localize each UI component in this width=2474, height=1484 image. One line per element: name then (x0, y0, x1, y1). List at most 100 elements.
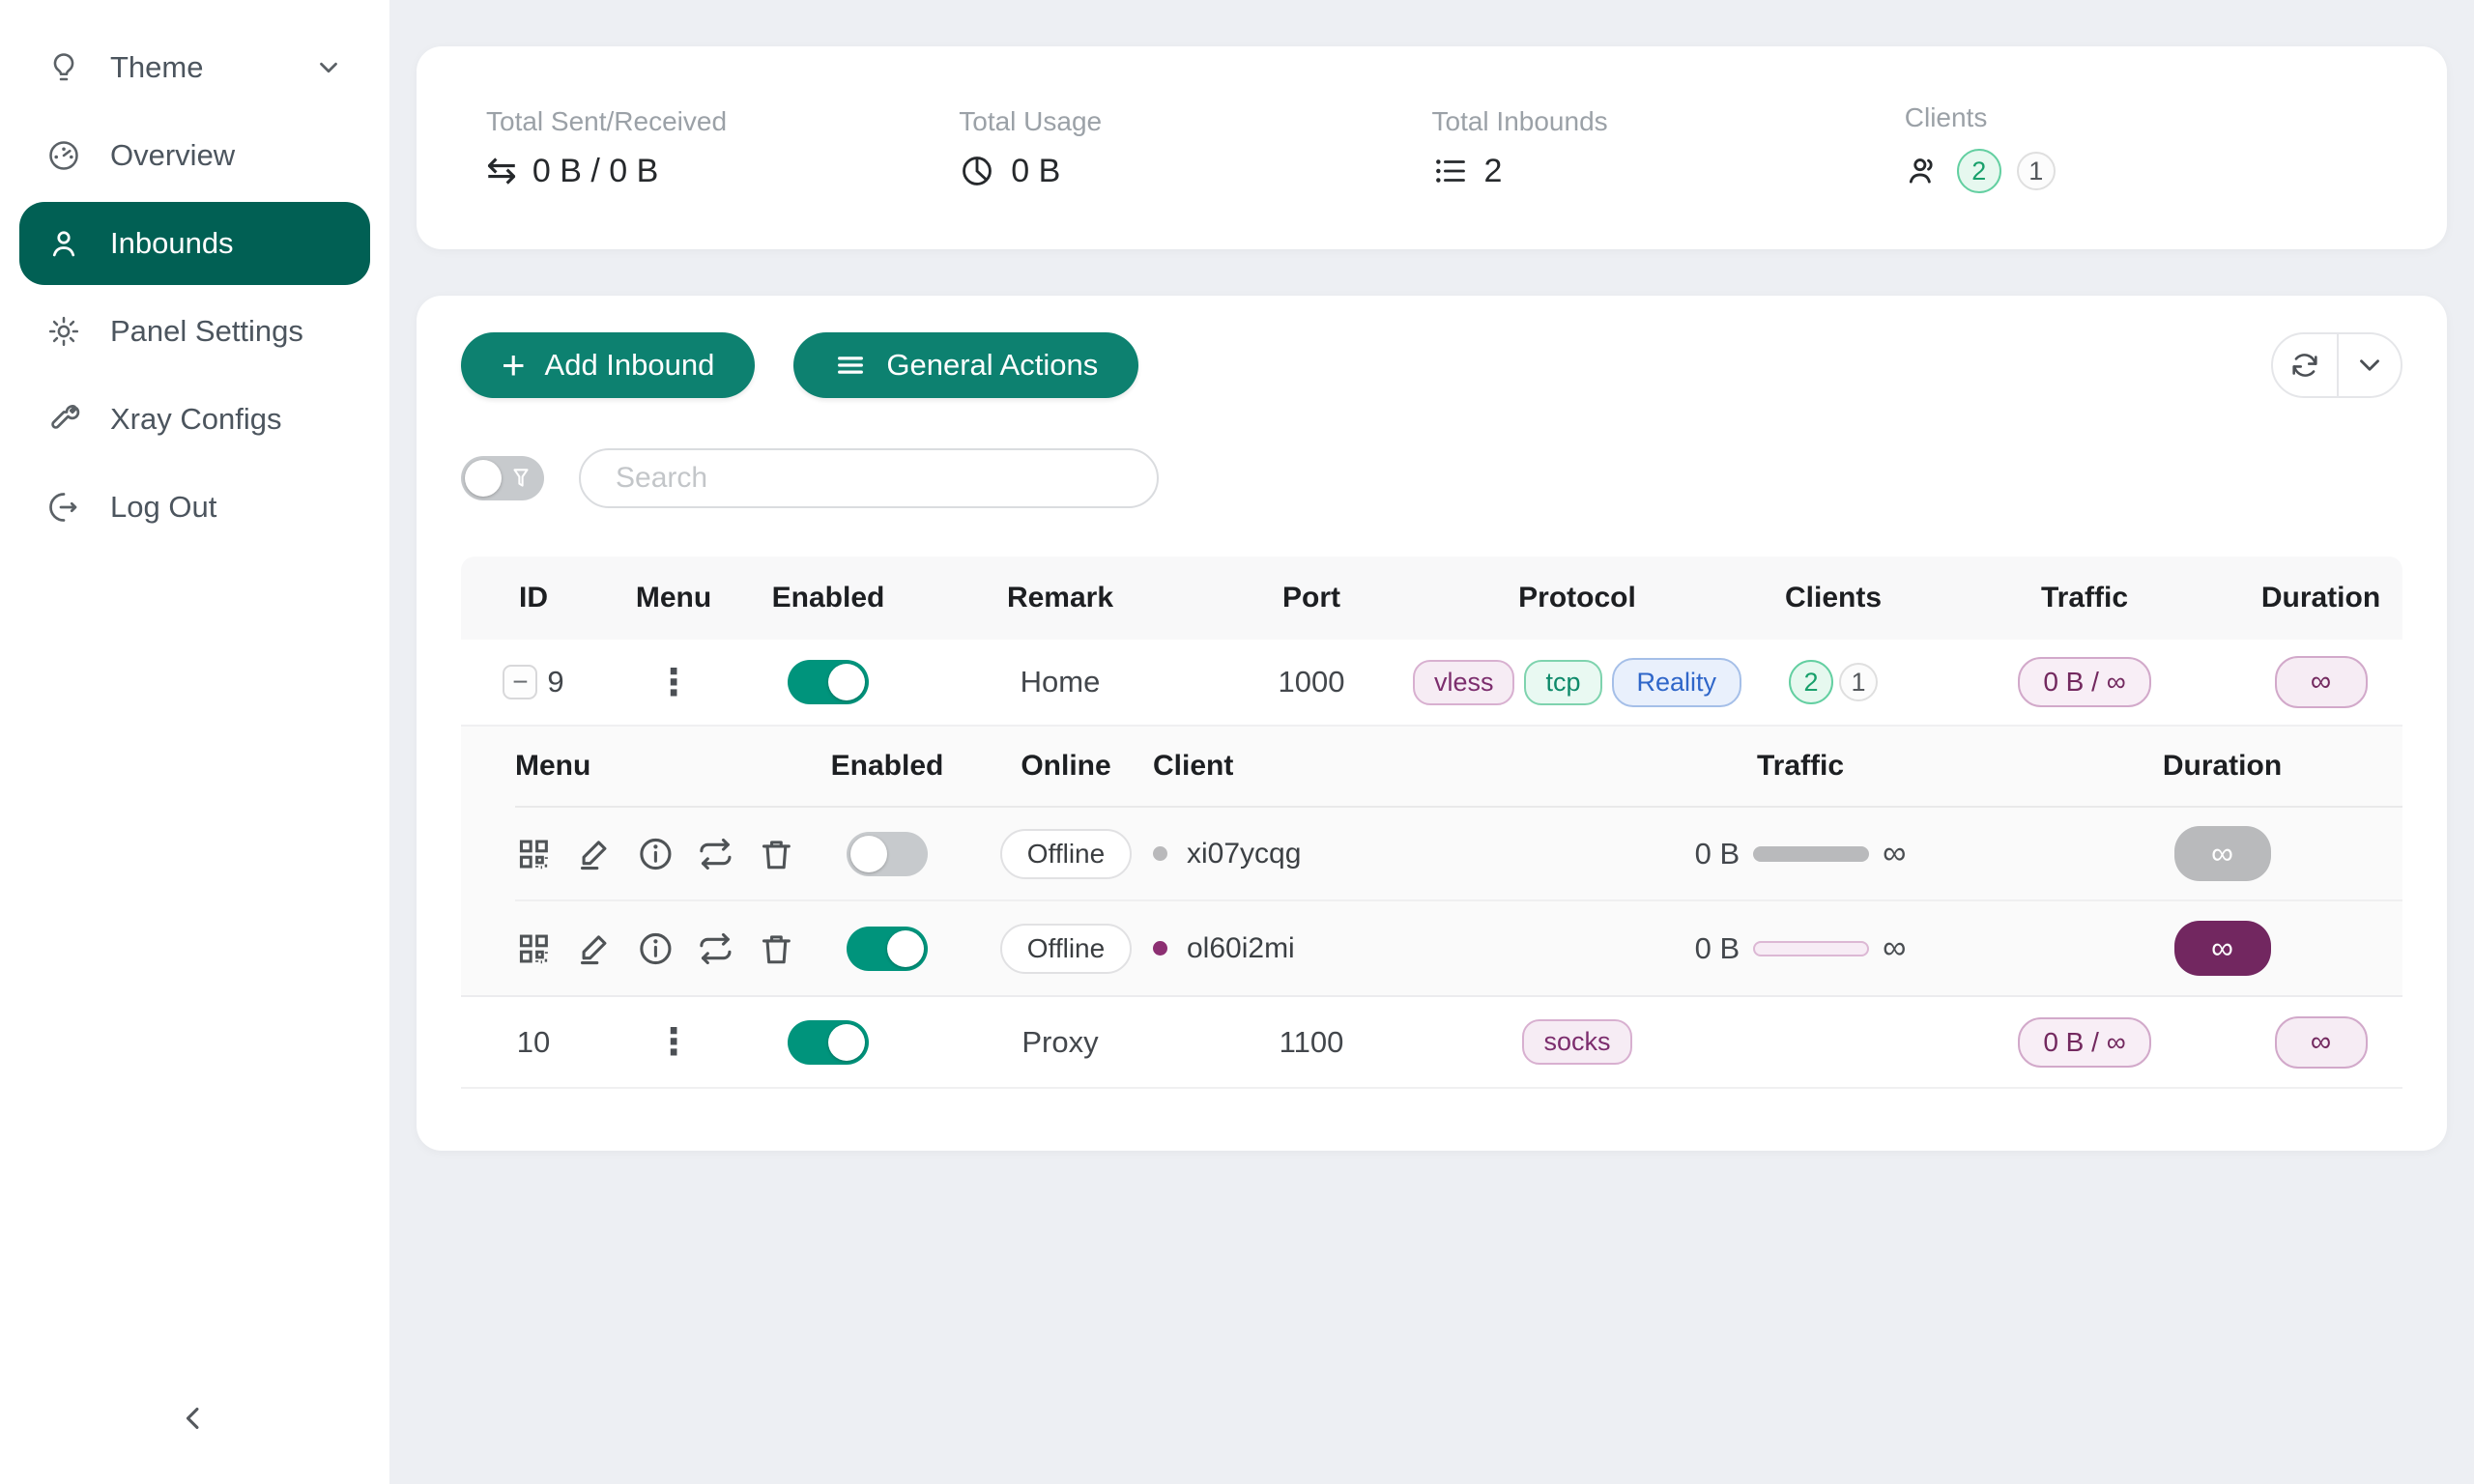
inbound-enabled-toggle[interactable] (788, 660, 869, 704)
subcol-client: Client (1153, 750, 1559, 783)
qrcode-icon[interactable] (515, 835, 553, 873)
stat-label: Clients (1905, 102, 2377, 133)
reset-traffic-icon[interactable] (697, 929, 734, 968)
info-icon[interactable] (637, 929, 675, 968)
dashboard-icon (46, 138, 81, 173)
protocol-chip: Reality (1612, 658, 1742, 707)
subcol-duration: Duration (2042, 750, 2402, 783)
protocol-chip: vless (1413, 660, 1515, 705)
edit-pencil-icon[interactable] (576, 929, 614, 968)
lightbulb-icon (46, 50, 81, 85)
sidebar-item-xray-configs[interactable]: Xray Configs (19, 378, 370, 461)
sidebar-item-theme[interactable]: Theme (19, 26, 370, 109)
inbound-enabled-toggle[interactable] (788, 1020, 869, 1065)
logout-icon (46, 490, 81, 525)
stat-total-usage: Total Usage 0 B (959, 106, 1431, 190)
refresh-options-button[interactable] (2337, 334, 2401, 396)
main-content: Total Sent/Received ⇆ 0 B / 0 B Total Us… (389, 0, 2474, 1484)
row-port: 1000 (1205, 665, 1418, 699)
sidebar-collapse-button[interactable] (166, 1391, 220, 1445)
filter-toggle[interactable] (461, 456, 544, 500)
sidebar: Theme Overview Inbounds Panel Settings (0, 0, 389, 1484)
subcol-online: Online (979, 750, 1153, 783)
row-menu-kebab-icon[interactable]: ⋮ (655, 661, 692, 704)
row-id: 10 (517, 1025, 550, 1060)
sidebar-item-label: Panel Settings (110, 314, 303, 349)
traffic-limit: ∞ (1883, 929, 1906, 967)
hamburger-icon (834, 349, 867, 382)
trash-icon[interactable] (758, 835, 795, 873)
client-row: Offline ol60i2mi 0 B ∞ ∞ (515, 901, 2402, 995)
chevron-down-icon (314, 53, 343, 82)
clients-total-badge: 1 (1839, 663, 1878, 701)
col-clients: Clients (1737, 582, 1930, 614)
stat-label: Total Inbounds (1432, 106, 1905, 137)
client-enabled-toggle[interactable] (847, 832, 928, 876)
client-duration-chip: ∞ (2174, 921, 2271, 976)
client-name: ol60i2mi (1187, 932, 1295, 965)
toggle-knob (465, 460, 502, 497)
toolbar: + Add Inbound General Actions (461, 332, 2402, 398)
collapse-row-button[interactable]: − (503, 665, 537, 699)
protocol-chip: socks (1522, 1019, 1631, 1065)
col-port: Port (1205, 582, 1418, 614)
row-remark: Proxy (915, 1025, 1205, 1060)
sidebar-item-logout[interactable]: Log Out (19, 466, 370, 549)
sidebar-item-panel-settings[interactable]: Panel Settings (19, 290, 370, 373)
sidebar-item-label: Theme (110, 50, 203, 85)
sidebar-item-inbounds[interactable]: Inbounds (19, 202, 370, 285)
list-icon (1432, 153, 1469, 189)
clients-online-badge: 2 (1789, 660, 1833, 704)
swap-arrows-icon: ⇆ (486, 153, 517, 189)
stat-label: Total Usage (959, 106, 1431, 137)
sidebar-item-overview[interactable]: Overview (19, 114, 370, 197)
sidebar-item-label: Log Out (110, 490, 216, 525)
client-traffic-value: 0 B (1695, 931, 1740, 966)
stat-value: 0 B / 0 B (532, 153, 658, 190)
sidebar-item-label: Xray Configs (110, 402, 281, 437)
row-menu-kebab-icon[interactable]: ⋮ (655, 1020, 692, 1064)
table-row: − 9 ⋮ Home 1000 vless tcp Reality 2 1 (461, 640, 2402, 727)
stats-card: Total Sent/Received ⇆ 0 B / 0 B Total Us… (417, 46, 2447, 249)
row-id: 9 (547, 665, 563, 699)
edit-pencil-icon[interactable] (576, 835, 614, 873)
col-menu: Menu (606, 582, 741, 614)
pie-chart-icon (959, 153, 995, 189)
row-remark: Home (915, 665, 1205, 699)
online-status-chip: Offline (1000, 829, 1132, 879)
client-duration-chip: ∞ (2174, 826, 2271, 881)
table-header: ID Menu Enabled Remark Port Protocol Cli… (461, 556, 2402, 640)
refresh-button[interactable] (2273, 334, 2337, 396)
subcol-traffic: Traffic (1559, 750, 2042, 783)
refresh-button-group (2271, 332, 2402, 398)
inbounds-table: ID Menu Enabled Remark Port Protocol Cli… (461, 556, 2402, 1089)
qrcode-icon[interactable] (515, 929, 553, 968)
protocol-chip: tcp (1524, 660, 1601, 705)
stat-total-inbounds: Total Inbounds 2 (1432, 106, 1905, 190)
subtable-header: Menu Enabled Online Client Traffic Durat… (515, 727, 2402, 808)
filter-funnel-icon (508, 466, 533, 491)
general-actions-button[interactable]: General Actions (793, 332, 1138, 398)
stat-value: 2 (1484, 153, 1503, 190)
subcol-menu: Menu (515, 750, 795, 783)
trash-icon[interactable] (758, 929, 795, 968)
clients-online-badge: 2 (1957, 149, 2001, 193)
clients-total-badge: 1 (2017, 152, 2056, 190)
client-status-dot (1153, 846, 1167, 861)
client-enabled-toggle[interactable] (847, 927, 928, 971)
duration-chip: ∞ (2275, 1016, 2368, 1069)
refresh-icon (2288, 349, 2321, 382)
reset-traffic-icon[interactable] (697, 835, 734, 873)
client-traffic-value: 0 B (1695, 837, 1740, 871)
stat-total-sent-received: Total Sent/Received ⇆ 0 B / 0 B (486, 106, 959, 190)
search-input[interactable] (579, 448, 1159, 508)
duration-chip: ∞ (2275, 656, 2368, 708)
traffic-progress-bar (1753, 941, 1869, 956)
wrench-icon (46, 402, 81, 437)
table-row: 10 ⋮ Proxy 1100 socks 0 B / ∞ ∞ (461, 997, 2402, 1089)
subcol-enabled: Enabled (795, 750, 979, 783)
clients-subtable: Menu Enabled Online Client Traffic Durat… (461, 727, 2402, 997)
info-icon[interactable] (637, 835, 675, 873)
add-inbound-button[interactable]: + Add Inbound (461, 332, 755, 398)
col-duration: Duration (2239, 582, 2402, 614)
